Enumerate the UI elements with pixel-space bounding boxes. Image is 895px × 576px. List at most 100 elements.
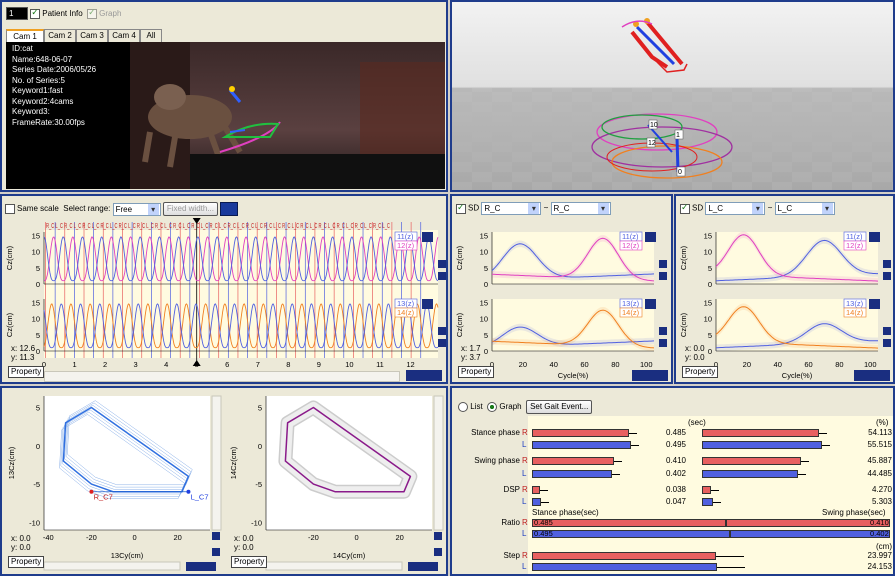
y-tick-label: 5 [36,331,40,340]
patient-info-line: No. of Series:5 [12,75,65,85]
add-button [434,532,442,540]
select-range-label: Select range: [63,204,111,214]
loop-14-chart[interactable]: 5 0 -5 -10 -20 0 20 14Cy(cm) 14Cz(cm) [224,388,446,574]
x-axis-label: Cycle(%) [558,371,589,380]
x-tick-label: 60 [580,360,588,369]
property-button[interactable]: Property [458,366,495,378]
sec-bar [532,429,629,437]
camera-tab[interactable]: Cam 2 [44,29,76,43]
zoom-buttons[interactable] [632,370,668,381]
horizontal-scrollbar [43,561,181,571]
x-readout: x: 1.7 [461,344,481,353]
patient-info-overlay: ID:cat Name:648-06-07 Series Date:2006/05/… [8,42,101,130]
x-tick-label: 40 [774,360,782,369]
tilde-label: ~ [767,203,773,213]
sd-checkbox[interactable] [680,202,690,214]
legend-label: 12(z) [622,241,640,250]
time-series-chart[interactable]: R_C L_C R_C L_C R_C L_C R_C L_C R_C L_C … [2,214,446,380]
y-tick-label: -5 [255,480,262,489]
row-name: Swing phase [474,456,520,466]
camera-tab[interactable]: Cam 4 [108,29,140,43]
patient-info-line: FrameRate:30.00fps [12,117,85,127]
property-button[interactable]: Property [8,556,45,568]
camera-number-field[interactable]: 1 [6,7,28,20]
row-side: R [522,456,528,466]
unit-pct-label: (%) [876,418,889,427]
ratio-label: Ratio [501,518,520,527]
y-axis-label: Cz(cm) [679,245,688,270]
y-tick-label: 15 [704,298,712,307]
sec-bar [532,441,631,450]
row-name: DSP [503,484,520,494]
sec-bar [532,469,613,478]
y-tick-label: 0 [708,280,712,289]
zoom-buttons [408,562,438,571]
expand-button [869,232,880,242]
zoom-buttons[interactable] [406,370,442,381]
x-tick-label: 2 [103,360,107,369]
y-axis-label: 14Cz(cm) [229,446,238,479]
sec-bar [532,457,614,466]
row-name: Stance phase [471,428,520,437]
sd-label: SD [692,203,704,213]
same-scale-checkbox[interactable] [5,204,15,214]
gait-table-area [528,416,893,574]
sec-value: 0.410 [665,456,686,466]
row-side: R [522,551,528,560]
y-tick-label: 5 [36,403,40,412]
zoom-buttons[interactable] [854,370,890,381]
ratio-bar-stance [532,519,726,527]
x-tick-label: 0 [354,533,358,542]
3d-skeleton-scene: 10 1 12 0 [452,2,893,190]
loop-13-chart[interactable]: 5 0 -5 -10-40 -20 0 20 13Cy(cm) 13Cz(cm) R_C7 L_C7 [2,388,224,574]
plot-background [44,396,210,530]
event-label-r: R_C7 [94,492,113,501]
sd-checkbox[interactable] [456,202,466,214]
add-button [438,327,446,335]
y-tick-label: -10 [251,518,262,527]
camera-pane: 1 Patient Info Graph Cam 1Cam 2Cam 3Cam … [0,0,448,192]
x-tick-label: 12 [406,360,414,369]
property-button[interactable]: Property [682,366,719,378]
y-tick-label: 5 [484,331,488,340]
y-tick-label: 0 [484,280,488,289]
y-tick-label: 10 [32,315,40,324]
add-button [212,548,220,556]
y-tick-label: 15 [480,231,488,240]
y-tick-label: 0 [708,347,712,356]
cycle-l-chart[interactable]: 151050Cz(cm)11(z)12(z)151050Cz(cm)13(z)1… [676,214,893,380]
x-tick-label: 20 [173,533,181,542]
camera-tab[interactable]: All [140,29,162,43]
x-tick-label: 20 [743,360,751,369]
add-button [659,339,667,347]
add-button [883,327,891,335]
sec-value: 0.485 [665,428,686,437]
unit-sec-label: (sec) [688,418,706,427]
add-button [212,532,220,540]
legend-label: 12(z) [846,241,864,250]
row-side: L [522,468,527,478]
row-side: L [522,562,527,571]
horizontal-scrollbar [265,561,403,571]
unit-cm-label: (cm) [876,542,892,551]
ratio-header-left: Stance phase(sec) [532,508,599,517]
x-tick-label: -40 [43,533,54,542]
camera-tab[interactable]: Cam 3 [76,29,108,43]
list-radio[interactable] [458,401,468,412]
property-button[interactable]: Property [8,366,45,378]
graph-checkbox[interactable] [87,7,98,19]
y-readout: y: 3.7 [461,353,481,362]
error-bar [631,445,639,447]
legend-label: 11(z) [397,232,414,241]
horizontal-scrollbar[interactable] [44,371,400,382]
3d-view-pane: ⟳ ✥ ↓ ↖ 101120 [450,0,895,192]
x-tick-label: 80 [835,360,843,369]
joint-label: 1 [676,132,680,139]
set-gait-event-button[interactable]: Set Gait Event... [526,400,593,414]
graph-radio[interactable] [487,401,498,412]
row-side: L [522,440,527,450]
patient-info-checkbox[interactable] [30,7,41,19]
property-button[interactable]: Property [231,556,268,568]
cycle-r-chart[interactable]: 151050Cz(cm)11(z)12(z)151050Cz(cm)13(z)1… [452,214,671,380]
video-image [130,42,445,189]
